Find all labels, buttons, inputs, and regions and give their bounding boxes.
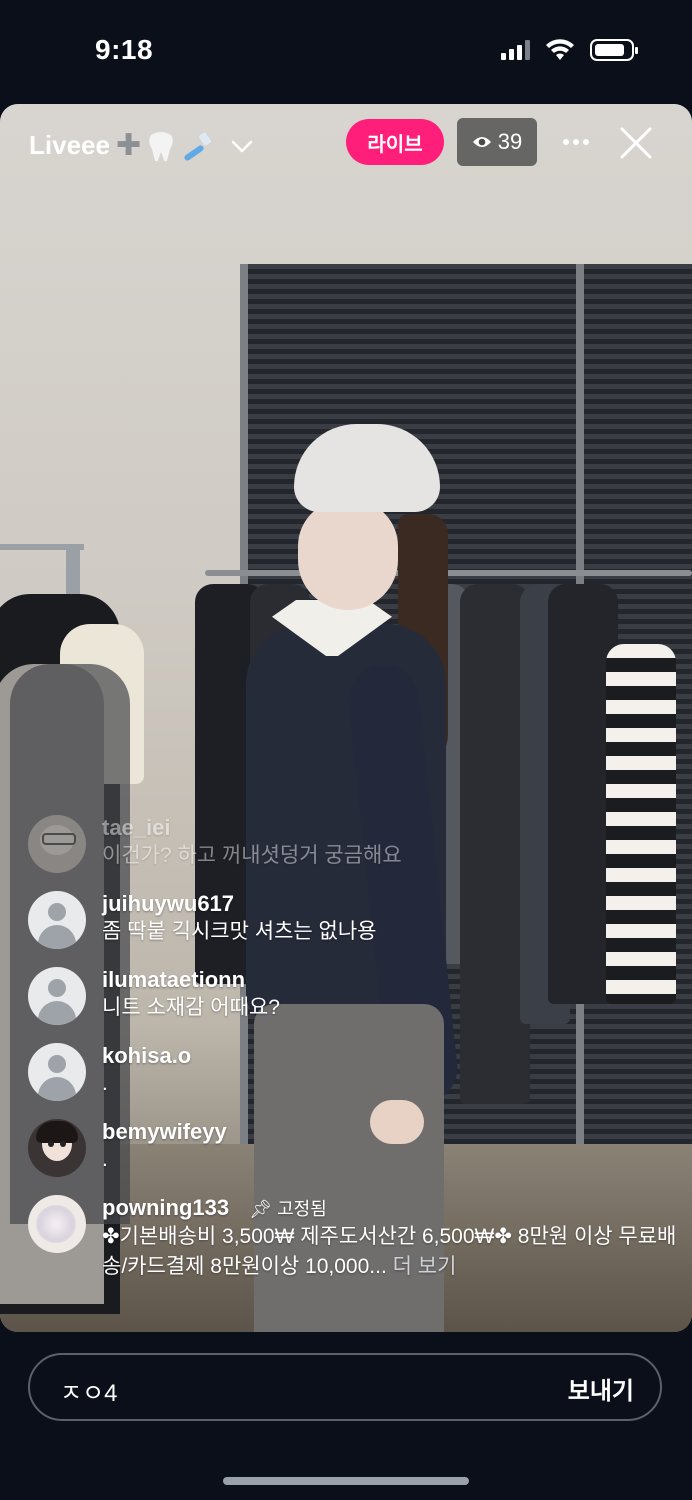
chevron-down-icon[interactable]: [229, 133, 255, 159]
comment-text: 니트 소재감 어때요?: [102, 996, 280, 1019]
status-bar: 9:18: [0, 0, 692, 100]
channel-title[interactable]: Liveee ✚: [29, 128, 255, 163]
comment-username[interactable]: kohisa.o: [102, 1043, 678, 1069]
avatar[interactable]: [28, 891, 86, 949]
see-more-link[interactable]: 더 보기: [393, 1255, 457, 1278]
avatar[interactable]: [28, 1119, 86, 1177]
send-button[interactable]: 보내기: [568, 1371, 634, 1406]
comment-username[interactable]: juihuywu617: [102, 891, 678, 917]
comment-username[interactable]: ilumataetionn: [102, 967, 678, 993]
comment-username[interactable]: bemywifeyy: [102, 1119, 678, 1145]
comment-text: ✤기본배송비 3,500₩ 제주도서산간 6,500₩✤ 8만원 이상 무료배송…: [102, 1225, 677, 1278]
comment-item[interactable]: tae_iei 이건가? 하고 꺼내셧덩거 궁금해요: [28, 815, 678, 873]
battery-icon: [590, 39, 638, 61]
toothbrush-icon: [181, 131, 213, 161]
avatar[interactable]: [28, 1043, 86, 1101]
wifi-icon: [546, 39, 574, 60]
cellular-signal-icon: [501, 40, 530, 60]
comment-item[interactable]: kohisa.o .: [28, 1043, 678, 1101]
eye-icon: [472, 137, 491, 147]
comment-text: .: [102, 1148, 108, 1171]
comment-text: 좀 딱붙 긱시크맛 셔츠는 없나용: [102, 920, 377, 943]
tooth-icon: [147, 131, 175, 161]
plus-icon: ✚: [115, 129, 142, 162]
pinned-comment[interactable]: powning133 📌︎ 고정됨 ✤기본배송비 3,500₩ 제주도서산간 6…: [28, 1195, 678, 1282]
comment-username[interactable]: tae_iei: [102, 815, 678, 841]
comment-input[interactable]: ㅈㅇ4: [60, 1373, 118, 1408]
comment-item[interactable]: ilumataetionn 니트 소재감 어때요?: [28, 967, 678, 1025]
avatar[interactable]: [28, 1195, 86, 1253]
comment-item[interactable]: juihuywu617 좀 딱붙 긱시크맛 셔츠는 없나용: [28, 891, 678, 949]
viewer-count: 39: [497, 129, 523, 154]
comment-username[interactable]: powning133: [102, 1195, 229, 1220]
comment-composer[interactable]: ㅈㅇ4 보내기: [28, 1353, 662, 1421]
comment-list: tae_iei 이건가? 하고 꺼내셧덩거 궁금해요 juihuywu617 좀…: [28, 815, 678, 1300]
home-indicator[interactable]: [223, 1477, 469, 1485]
status-icons: [501, 38, 638, 62]
viewer-count-badge[interactable]: 39: [457, 118, 537, 166]
pin-icon: 📌︎: [249, 1199, 273, 1219]
comment-item[interactable]: bemywifeyy .: [28, 1119, 678, 1177]
avatar[interactable]: [28, 815, 86, 873]
avatar[interactable]: [28, 967, 86, 1025]
comment-text: 이건가? 하고 꺼내셧덩거 궁금해요: [102, 844, 402, 867]
pinned-label: 고정됨: [277, 1199, 327, 1219]
comment-text: .: [102, 1072, 108, 1095]
pinned-badge: 📌︎ 고정됨: [249, 1199, 327, 1219]
status-time: 9:18: [95, 34, 154, 65]
live-badge[interactable]: 라이브: [346, 119, 444, 165]
channel-name: Liveee: [29, 130, 110, 160]
live-header: Liveee ✚ 라이브 39: [0, 104, 692, 184]
close-icon[interactable]: [619, 126, 653, 160]
more-options-icon[interactable]: [560, 126, 592, 158]
